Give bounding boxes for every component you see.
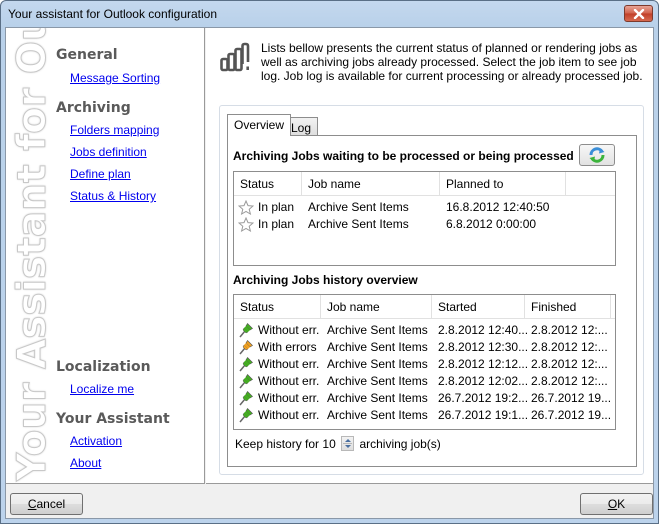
bar-chart-icon <box>220 42 250 72</box>
history-started: 2.8.2012 12:30... <box>438 340 529 354</box>
history-started: 2.8.2012 12:12... <box>438 357 529 371</box>
client-area: Your Assistant for Outlook General Messa… <box>5 27 654 519</box>
history-job-name: Archive Sent Items <box>327 408 428 422</box>
ok-mnemonic: O <box>607 497 618 511</box>
nav-link-about[interactable]: About <box>70 456 101 470</box>
green-pin-icon <box>238 408 254 426</box>
keep-history-row: Keep history for 10 archiving job(s) <box>235 436 441 452</box>
history-job-name: Archive Sent Items <box>327 340 428 354</box>
column-header-finished[interactable]: Finished <box>525 295 611 319</box>
nav-link-localize-me[interactable]: Localize me <box>70 382 134 396</box>
history-finished: 2.8.2012 12:... <box>531 340 608 354</box>
intro-text: Lists bellow presents the current status… <box>261 41 643 83</box>
history-status: Without err... <box>258 391 320 405</box>
star-outline-icon <box>238 200 254 215</box>
job-planned-to: 16.8.2012 12:40:50 <box>446 200 550 214</box>
column-header-empty[interactable] <box>566 172 615 196</box>
column-header-status[interactable]: Status <box>234 295 321 319</box>
sidebar-watermark: Your Assistant for Outlook <box>10 28 56 482</box>
history-started: 2.8.2012 12:02... <box>438 374 529 388</box>
history-jobs-list[interactable]: Status Job name Started Finished Without… <box>233 294 616 430</box>
history-started: 2.8.2012 12:40... <box>438 323 529 337</box>
main-panel: Lists bellow presents the current status… <box>206 28 653 484</box>
column-header-job-name[interactable]: Job name <box>321 295 432 319</box>
spin-up-icon[interactable] <box>345 439 352 443</box>
sidebar: Your Assistant for Outlook General Messa… <box>6 28 205 484</box>
column-header-job-name[interactable]: Job name <box>302 172 440 196</box>
waiting-jobs-list[interactable]: Status Job name Planned to In plan Archi… <box>233 171 616 266</box>
history-job-name: Archive Sent Items <box>327 357 428 371</box>
refresh-button[interactable] <box>579 144 615 166</box>
history-status: Without err... <box>258 323 320 337</box>
cancel-button[interactable]: Cancel <box>10 493 83 515</box>
waiting-jobs-title: Archiving Jobs waiting to be processed o… <box>233 149 574 163</box>
column-header-planned-to[interactable]: Planned to <box>440 172 566 196</box>
job-status: In plan <box>258 217 295 231</box>
history-finished: 26.7.2012 19... <box>531 408 612 422</box>
history-finished: 2.8.2012 12:... <box>531 323 608 337</box>
overview-panel: Archiving Jobs waiting to be processed o… <box>227 135 637 467</box>
refresh-icon <box>589 147 605 163</box>
keep-history-prefix: Keep history for <box>235 436 320 451</box>
history-job-row[interactable]: Without err... Archive Sent Items 26.7.201… <box>234 407 615 424</box>
config-window: Your assistant for Outlook configuration… <box>0 0 659 524</box>
waiting-job-row[interactable]: In plan Archive Sent Items 16.8.2012 12:… <box>234 199 615 216</box>
star-outline-icon <box>238 217 254 232</box>
status-group: Overview Log Archiving Jobs waiting to b… <box>219 105 644 475</box>
tab-overview[interactable]: Overview <box>227 114 292 136</box>
nav-link-define-plan[interactable]: Define plan <box>70 167 131 181</box>
history-status: With errors <box>258 340 317 354</box>
history-job-row[interactable]: Without err... Archive Sent Items 2.8.2012… <box>234 356 615 373</box>
ok-button[interactable]: OK <box>580 493 653 515</box>
nav-link-message-sorting[interactable]: Message Sorting <box>70 71 160 85</box>
history-job-name: Archive Sent Items <box>327 323 428 337</box>
ok-label: K <box>617 497 626 511</box>
history-started: 26.7.2012 19:2... <box>438 391 529 405</box>
history-list-header: Status Job name Started Finished <box>234 295 615 319</box>
keep-history-value[interactable]: 10 <box>322 437 335 451</box>
column-header-status[interactable]: Status <box>234 172 302 196</box>
nav-link-status-history[interactable]: Status & History <box>70 189 156 203</box>
history-finished: 2.8.2012 12:... <box>531 374 608 388</box>
history-title: Archiving Jobs history overview <box>233 273 418 287</box>
waiting-job-row[interactable]: In plan Archive Sent Items 6.8.2012 0:00… <box>234 216 615 233</box>
cancel-label: ancel <box>36 497 66 511</box>
nav-heading-archiving: Archiving <box>56 100 131 116</box>
history-job-row[interactable]: Without err... Archive Sent Items 2.8.2012… <box>234 322 615 339</box>
history-status: Without err... <box>258 408 320 422</box>
history-job-row[interactable]: Without err... Archive Sent Items 2.8.2012… <box>234 373 615 390</box>
close-icon <box>633 8 644 19</box>
nav-heading-localization: Localization <box>56 359 151 375</box>
waiting-list-header: Status Job name Planned to <box>234 172 615 196</box>
keep-history-spinner[interactable] <box>341 436 355 452</box>
history-status: Without err... <box>258 374 320 388</box>
nav-link-jobs-definition[interactable]: Jobs definition <box>70 145 147 159</box>
nav-heading-general: General <box>56 47 118 63</box>
history-job-name: Archive Sent Items <box>327 374 428 388</box>
close-button[interactable] <box>624 5 653 22</box>
history-job-row[interactable]: With errors Archive Sent Items 2.8.2012 12… <box>234 339 615 356</box>
nav-link-folders-mapping[interactable]: Folders mapping <box>70 123 159 137</box>
history-job-row[interactable]: Without err... Archive Sent Items 26.7.201… <box>234 390 615 407</box>
job-name: Archive Sent Items <box>308 200 409 214</box>
job-status: In plan <box>258 200 295 214</box>
nav-heading-your-assistant: Your Assistant <box>56 411 170 427</box>
keep-history-suffix: archiving job(s) <box>359 436 441 451</box>
nav-link-activation[interactable]: Activation <box>70 434 122 448</box>
history-job-name: Archive Sent Items <box>327 391 428 405</box>
history-status: Without err... <box>258 357 320 371</box>
history-finished: 26.7.2012 19... <box>531 391 612 405</box>
job-planned-to: 6.8.2012 0:00:00 <box>446 217 537 231</box>
title-bar: Your assistant for Outlook configuration <box>1 1 658 27</box>
window-title: Your assistant for Outlook configuration <box>8 7 218 21</box>
history-finished: 2.8.2012 12:... <box>531 357 608 371</box>
history-started: 26.7.2012 19:1... <box>438 408 529 422</box>
spin-down-icon[interactable] <box>345 445 352 449</box>
job-name: Archive Sent Items <box>308 217 409 231</box>
column-header-started[interactable]: Started <box>432 295 525 319</box>
